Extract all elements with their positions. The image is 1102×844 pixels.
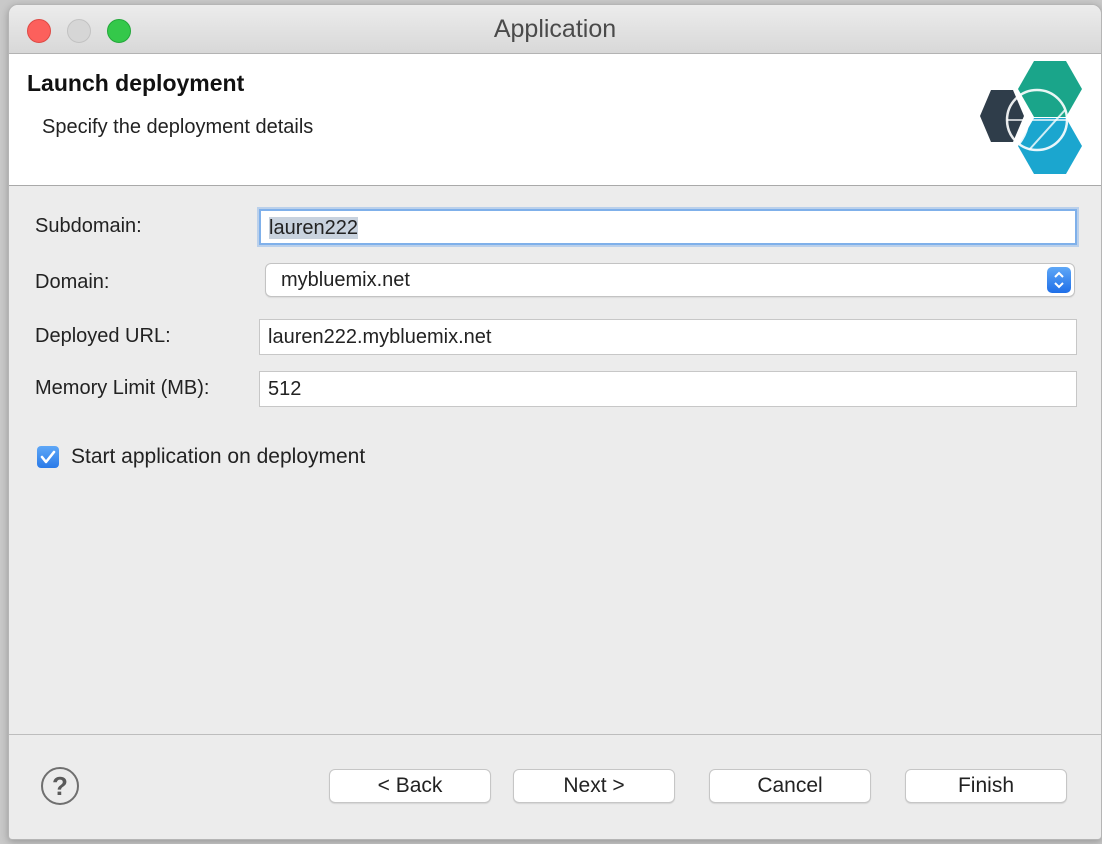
start-on-deploy-checkbox[interactable]	[37, 446, 59, 468]
domain-value: mybluemix.net	[281, 269, 410, 291]
page-subtitle: Specify the deployment details	[42, 116, 314, 138]
domain-label: Domain:	[35, 271, 110, 293]
start-on-deploy-label[interactable]: Start application on deployment	[71, 445, 365, 469]
memory-limit-label: Memory Limit (MB):	[35, 377, 210, 399]
deployed-url-field[interactable]: lauren222.mybluemix.net	[259, 319, 1077, 355]
next-button[interactable]: Next >	[513, 769, 675, 803]
window-title: Application	[493, 15, 617, 43]
subdomain-input[interactable]: lauren222	[259, 209, 1077, 245]
page-title: Launch deployment	[27, 70, 245, 96]
updown-chevron-icon	[1047, 267, 1071, 293]
dialog-window: Application Launch deployment Specify th…	[8, 4, 1102, 840]
header-banner: Launch deployment Specify the deployment…	[9, 54, 1101, 186]
bluemix-logo-icon	[980, 61, 1082, 174]
title-bar: Application	[9, 5, 1101, 54]
help-icon[interactable]: ?	[41, 767, 79, 805]
checkmark-icon	[40, 450, 56, 464]
domain-select[interactable]: mybluemix.net	[265, 263, 1075, 297]
footer-divider	[9, 734, 1101, 735]
cancel-button[interactable]: Cancel	[709, 769, 871, 803]
deployed-url-label: Deployed URL:	[35, 325, 171, 347]
subdomain-value: lauren222	[269, 217, 358, 239]
back-button[interactable]: < Back	[329, 769, 491, 803]
subdomain-label: Subdomain:	[35, 215, 142, 237]
memory-limit-input[interactable]: 512	[259, 371, 1077, 407]
finish-button[interactable]: Finish	[905, 769, 1067, 803]
